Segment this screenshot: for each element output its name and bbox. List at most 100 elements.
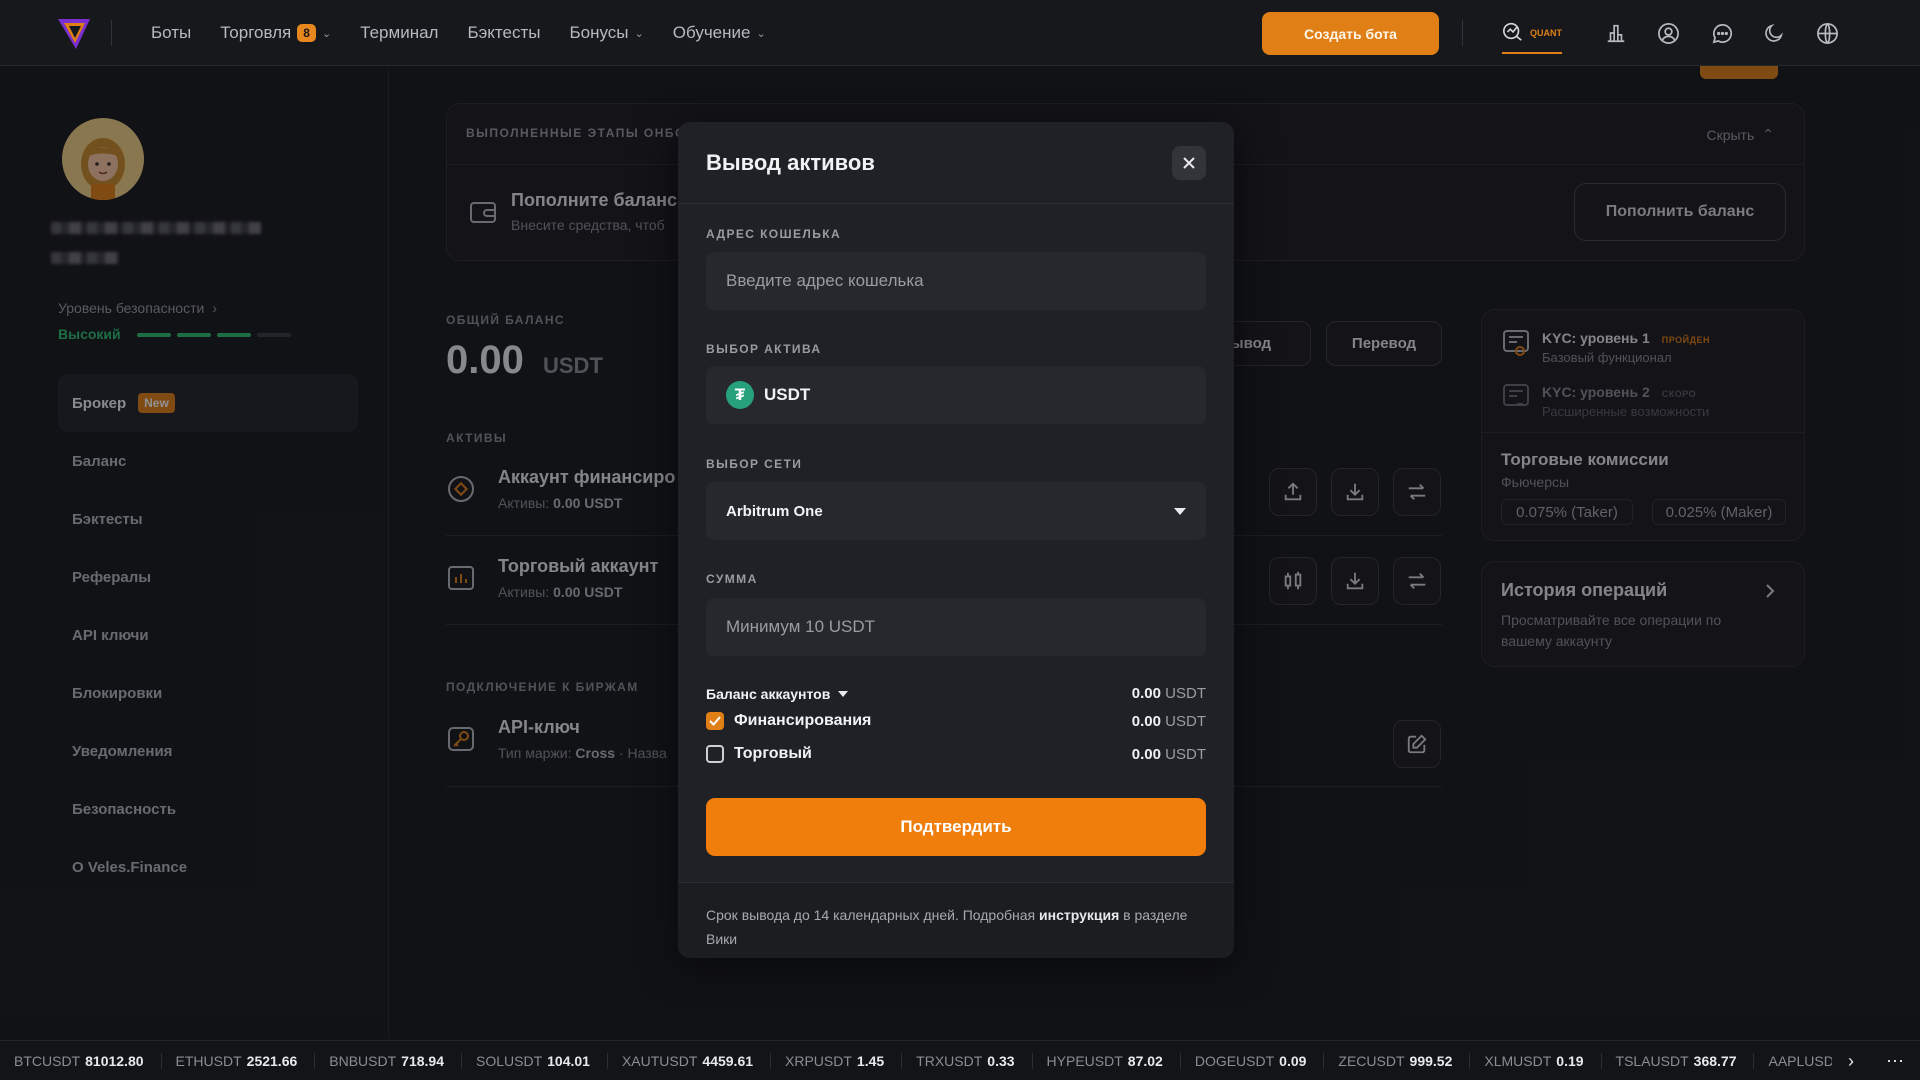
nav-label: Боты (151, 23, 192, 42)
network-select-label: ВЫБОР СЕТИ (706, 457, 803, 471)
top-navbar: Боты Торговля 8 ⌄ Терминал Бэктесты Бону… (0, 0, 1920, 66)
ticker-price: 2521.66 (246, 1052, 298, 1069)
more-icon[interactable]: ⋯ (1886, 1051, 1904, 1072)
balance-amount: 0.00 (1131, 745, 1161, 763)
nav-learning[interactable]: Обучение ⌄ (673, 23, 766, 43)
ticker-price: 0.33 (987, 1052, 1015, 1069)
network-select[interactable]: Arbitrum One (706, 482, 1206, 540)
account-option-trading: Торговый 0.00 USDT (706, 745, 1206, 763)
balance-unit: USDT (1165, 685, 1206, 702)
quant-tab[interactable]: QUANT (1502, 20, 1562, 54)
ticker-price: 4459.61 (702, 1052, 754, 1069)
ticker-symbol: TSLAUSDT (1615, 1052, 1689, 1069)
ticker-symbol: BNBUSDT (329, 1052, 397, 1069)
wallet-address-label: АДРЕС КОШЕЛЬКА (706, 227, 842, 241)
quant-icon (1503, 22, 1522, 41)
ticker-price: 999.52 (1409, 1052, 1453, 1069)
modal-title: Вывод активов (706, 150, 875, 175)
ticker-item[interactable]: XAUTUSDT 4459.61 (608, 1052, 772, 1069)
ticker-symbol: TRXUSDT (916, 1052, 983, 1069)
account-balances-header: Баланс аккаунтов 0.00 USDT (706, 685, 1206, 702)
trading-checkbox-label[interactable]: Торговый (706, 745, 812, 763)
nav-label: Обучение (672, 23, 751, 42)
balance-unit: USDT (1165, 712, 1206, 730)
ticker-item[interactable]: XRPUSDT 1.45 (771, 1052, 903, 1069)
ticker-symbol: DOGEUSDT (1194, 1052, 1275, 1069)
balance-total: 0.00 USDT (1132, 685, 1206, 702)
modal-footer: Срок вывода до 14 календарных дней. Подр… (678, 882, 1234, 958)
withdraw-modal: Вывод активов АДРЕС КОШЕЛЬКА ВЫБОР АКТИВ… (678, 122, 1234, 958)
ticker-symbol: ZECUSDT (1338, 1052, 1405, 1069)
ticker-price: 718.94 (401, 1052, 444, 1069)
balance-amount: 0.00 (1131, 685, 1161, 702)
balance-unit: USDT (1165, 745, 1206, 763)
account-option-balance: 0.00 USDT (1132, 713, 1206, 730)
funding-checkbox-label[interactable]: Финансирования (706, 712, 871, 730)
ticker-controls: › ⋯ (1832, 1041, 1920, 1080)
moon-icon[interactable] (1762, 21, 1786, 45)
ticker-item[interactable]: BNBUSDT 718.94 (315, 1052, 462, 1069)
close-button[interactable] (1172, 146, 1206, 180)
amount-input[interactable] (706, 598, 1206, 656)
main-nav: Боты Торговля 8 ⌄ Терминал Бэктесты Бону… (151, 0, 766, 66)
account-balances-toggle[interactable]: Баланс аккаунтов (706, 685, 849, 702)
ticker-symbol: HYPEUSDT (1046, 1052, 1123, 1069)
chevron-down-icon: ⌄ (634, 27, 644, 40)
nav-bonuses[interactable]: Бонусы ⌄ (569, 23, 643, 43)
caret-down-icon (838, 690, 849, 697)
count-badge: 8 (297, 24, 316, 42)
globe-icon[interactable] (1815, 21, 1839, 45)
balance-amount: 0.00 (1131, 712, 1161, 730)
chat-icon[interactable] (1710, 21, 1734, 45)
close-icon (1183, 157, 1195, 169)
nav-label: Торговля (220, 23, 292, 42)
funding-checkbox[interactable] (706, 712, 724, 730)
ticker-item[interactable]: DOGEUSDT 0.09 (1181, 1052, 1325, 1069)
account-balances-label: Баланс аккаунтов (706, 685, 831, 702)
quant-label: QUANT (1530, 28, 1562, 38)
ticker-symbol: XRPUSDT (785, 1052, 852, 1069)
create-bot-button[interactable]: Создать бота (1262, 12, 1439, 55)
footer-text: Срок вывода до 14 календарных дней. Подр… (706, 907, 1036, 923)
ticker-symbol: SOLUSDT (476, 1052, 543, 1069)
ticker-price: 0.09 (1279, 1052, 1307, 1069)
account-option-balance: 0.00 USDT (1132, 746, 1206, 763)
ticker-item[interactable]: XLMUSDT 0.19 (1470, 1052, 1602, 1069)
nav-terminal[interactable]: Терминал (360, 23, 438, 43)
chart-bars-icon[interactable] (1604, 21, 1628, 45)
asset-select-value: USDT (764, 385, 811, 404)
veles-logo[interactable] (54, 13, 94, 53)
ticker-price: 87.02 (1127, 1052, 1163, 1069)
ticker-item[interactable]: ETHUSDT 2521.66 (162, 1052, 316, 1069)
asset-select[interactable]: ₮ USDT (706, 366, 1206, 424)
nav-label: Терминал (360, 23, 439, 42)
ticker-item[interactable]: ZECUSDT 999.52 (1324, 1052, 1471, 1069)
ticker-item[interactable]: SOLUSDT 104.01 (462, 1052, 608, 1069)
nav-label: Бонусы (569, 23, 629, 42)
nav-label: Бэктесты (467, 23, 541, 42)
account-option-funding: Финансирования 0.00 USDT (706, 712, 1206, 730)
nav-trading[interactable]: Торговля 8 ⌄ (220, 23, 331, 43)
ticker-symbol: XLMUSDT (1484, 1052, 1552, 1069)
trading-checkbox[interactable] (706, 745, 724, 763)
wallet-address-input[interactable] (706, 252, 1206, 310)
chevron-down-icon: ⌄ (321, 27, 332, 40)
nav-backtests[interactable]: Бэктесты (467, 23, 540, 43)
footer-note: Срок вывода до 14 календарных дней. Подр… (706, 903, 1206, 951)
divider (1462, 20, 1463, 46)
chevron-right-icon[interactable]: › (1848, 1051, 1854, 1072)
instruction-link[interactable]: инструкция (1039, 907, 1119, 923)
user-icon[interactable] (1656, 21, 1680, 45)
nav-bots[interactable]: Боты (151, 23, 191, 43)
confirm-button[interactable]: Подтвердить (706, 798, 1206, 856)
ticker-item[interactable]: BTCUSDT 81012.80 (0, 1052, 162, 1069)
tether-icon: ₮ (726, 381, 754, 409)
ticker-item[interactable]: TRXUSDT 0.33 (902, 1052, 1033, 1069)
ticker-price: 1.45 (856, 1052, 885, 1069)
ticker-price: 0.19 (1556, 1052, 1584, 1069)
check-icon (709, 716, 721, 726)
ticker-item[interactable]: TSLAUSDT 368.77 (1602, 1052, 1755, 1069)
chevron-down-icon: ⌄ (756, 27, 766, 40)
ticker-item[interactable]: HYPEUSDT 87.02 (1033, 1052, 1181, 1069)
ticker-symbol: ETHUSDT (175, 1052, 242, 1069)
